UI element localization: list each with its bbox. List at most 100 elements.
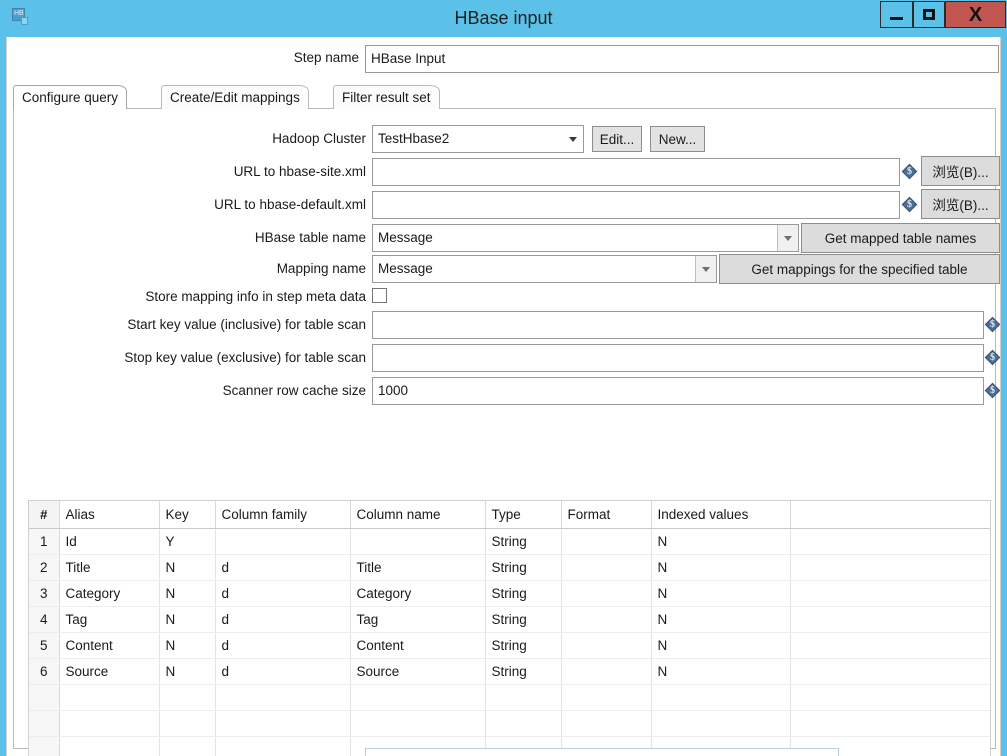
cell-format[interactable] <box>561 528 652 555</box>
store-mapping-checkbox[interactable] <box>372 288 387 303</box>
cell-rownum[interactable]: 2 <box>29 554 60 581</box>
table-row[interactable]: 1 Id Y String N <box>29 528 990 555</box>
cell-key[interactable]: N <box>159 554 216 581</box>
new-cluster-button[interactable]: New... <box>650 126 705 152</box>
cell-column-name[interactable]: Category <box>350 580 486 607</box>
cell-column-name[interactable] <box>350 710 486 737</box>
cell-rownum[interactable]: 3 <box>29 580 60 607</box>
cell-key[interactable] <box>159 736 216 756</box>
cell-type[interactable] <box>485 684 562 711</box>
cell-type[interactable]: String <box>485 632 562 659</box>
scanner-cache-input[interactable]: 1000 <box>372 377 984 405</box>
cell-format[interactable] <box>561 684 652 711</box>
cell-column-name[interactable] <box>350 684 486 711</box>
hbase-table-name-combo[interactable]: Message <box>372 224 799 252</box>
hbase-site-browse-button[interactable]: 浏览(B)... <box>921 156 1000 186</box>
variable-diamond-icon[interactable]: $ <box>984 349 1001 366</box>
cell-alias[interactable]: Source <box>59 658 160 685</box>
cell-alias[interactable] <box>59 710 160 737</box>
cell-column-family[interactable]: d <box>215 606 351 633</box>
variable-diamond-icon[interactable]: $ <box>984 316 1001 333</box>
cell-type[interactable]: String <box>485 606 562 633</box>
get-mapped-table-names-button[interactable]: Get mapped table names <box>801 223 1000 253</box>
cell-alias[interactable] <box>59 684 160 711</box>
cell-column-family[interactable] <box>215 684 351 711</box>
mapping-fields-grid[interactable]: # Alias Key Column family Column name Ty… <box>28 500 991 756</box>
variable-diamond-icon[interactable]: $ <box>901 196 918 213</box>
table-row[interactable]: 4 Tag Nd Tag String N <box>29 606 990 633</box>
col-header-alias[interactable]: Alias <box>59 501 160 529</box>
cell-indexed-values[interactable]: N <box>651 554 791 581</box>
cell-key[interactable] <box>159 684 216 711</box>
variable-diamond-icon[interactable]: $ <box>901 163 918 180</box>
cell-indexed-values[interactable]: N <box>651 606 791 633</box>
cell-alias[interactable]: Id <box>59 528 160 555</box>
chevron-down-icon[interactable] <box>777 225 798 251</box>
cell-indexed-values[interactable]: N <box>651 658 791 685</box>
table-row[interactable]: 6 Source Nd Source String N <box>29 658 990 685</box>
tab-create-edit-mappings[interactable]: Create/Edit mappings <box>161 85 309 109</box>
cell-key[interactable]: N <box>159 632 216 659</box>
cell-column-family[interactable]: d <box>215 658 351 685</box>
cell-alias[interactable]: Category <box>59 580 160 607</box>
step-name-input[interactable]: HBase Input <box>365 45 999 73</box>
cell-indexed-values[interactable] <box>651 684 791 711</box>
col-header-rownum[interactable]: # <box>29 501 60 529</box>
cell-key[interactable]: N <box>159 580 216 607</box>
cell-column-family[interactable] <box>215 528 351 555</box>
cell-rownum[interactable]: 5 <box>29 632 60 659</box>
table-row[interactable] <box>29 684 990 711</box>
cell-type[interactable]: String <box>485 554 562 581</box>
cell-key[interactable]: Y <box>159 528 216 555</box>
cell-type[interactable] <box>485 710 562 737</box>
cell-rownum[interactable] <box>29 684 60 711</box>
cell-rownum[interactable]: 1 <box>29 528 60 555</box>
mapping-name-combo[interactable]: Message <box>372 255 717 283</box>
cell-format[interactable] <box>561 580 652 607</box>
close-button[interactable]: X <box>945 1 1006 28</box>
variable-diamond-icon[interactable]: $ <box>984 382 1001 399</box>
table-row[interactable] <box>29 710 990 737</box>
col-header-column-family[interactable]: Column family <box>215 501 351 529</box>
cell-column-family[interactable] <box>215 736 351 756</box>
tab-filter-result-set[interactable]: Filter result set <box>333 85 440 109</box>
cell-type[interactable]: String <box>485 580 562 607</box>
table-row[interactable]: 2 Title Nd Title String N <box>29 554 990 581</box>
cell-alias[interactable] <box>59 736 160 756</box>
cell-column-family[interactable] <box>215 710 351 737</box>
keys-fields-input[interactable] <box>365 748 839 756</box>
cell-rownum[interactable]: 4 <box>29 606 60 633</box>
cell-indexed-values[interactable]: N <box>651 528 791 555</box>
hbase-site-url-input[interactable] <box>372 158 900 186</box>
cell-rownum[interactable] <box>29 710 60 737</box>
edit-cluster-button[interactable]: Edit... <box>592 126 642 152</box>
hbase-default-browse-button[interactable]: 浏览(B)... <box>921 189 1000 219</box>
get-mappings-button[interactable]: Get mappings for the specified table <box>719 254 1000 284</box>
cell-format[interactable] <box>561 710 652 737</box>
hbase-default-url-input[interactable] <box>372 191 900 219</box>
cell-key[interactable] <box>159 710 216 737</box>
cell-column-name[interactable]: Title <box>350 554 486 581</box>
cell-column-name[interactable]: Content <box>350 632 486 659</box>
cell-format[interactable] <box>561 554 652 581</box>
tab-configure-query[interactable]: Configure query <box>13 85 128 109</box>
hadoop-cluster-combo[interactable]: TestHbase2 <box>372 125 584 153</box>
cell-column-family[interactable]: d <box>215 580 351 607</box>
cell-type[interactable]: String <box>485 528 562 555</box>
minimize-button[interactable] <box>880 1 913 28</box>
table-row[interactable]: 5 Content Nd Content String N <box>29 632 990 659</box>
cell-format[interactable] <box>561 658 652 685</box>
cell-column-name[interactable]: Tag <box>350 606 486 633</box>
cell-alias[interactable]: Content <box>59 632 160 659</box>
chevron-down-icon[interactable] <box>695 256 716 282</box>
start-key-input[interactable] <box>372 311 984 339</box>
cell-rownum[interactable]: 6 <box>29 658 60 685</box>
col-header-format[interactable]: Format <box>561 501 652 529</box>
cell-key[interactable]: N <box>159 606 216 633</box>
cell-column-family[interactable]: d <box>215 632 351 659</box>
cell-rownum[interactable] <box>29 736 60 756</box>
maximize-button[interactable] <box>913 1 945 28</box>
cell-alias[interactable]: Tag <box>59 606 160 633</box>
cell-column-name[interactable]: Source <box>350 658 486 685</box>
col-header-key[interactable]: Key <box>159 501 216 529</box>
